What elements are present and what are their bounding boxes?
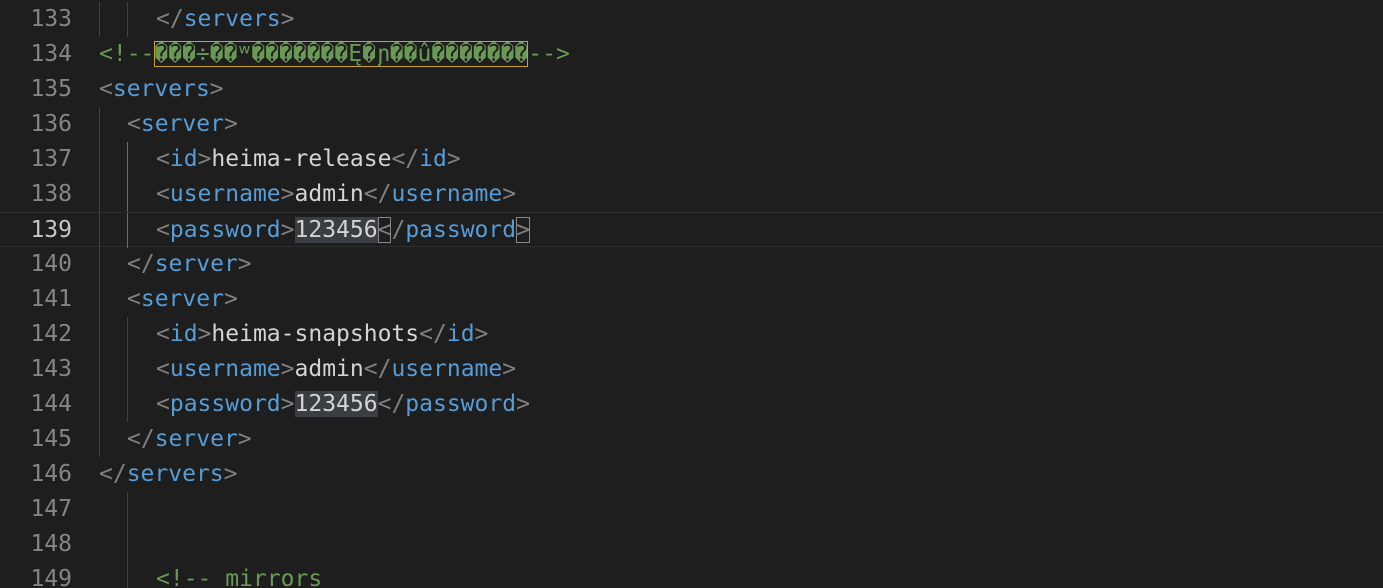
code-line-142[interactable]: 142 <id>heima-snapshots</id> (0, 317, 1383, 352)
highlighted-value: 123456 (294, 217, 378, 243)
line-number: 145 (30, 426, 72, 452)
code-line-134[interactable]: 134 <!--���÷��ʷ�������Ę�ɲ��û�������--> (0, 37, 1383, 72)
code-text: <!--���÷��ʷ�������Ę�ɲ��û�������--> (99, 37, 570, 72)
xml-open-tag: username (169, 356, 281, 382)
indent-guide (99, 142, 100, 177)
indent-guide (127, 142, 128, 177)
comment-close: --> (528, 41, 570, 67)
indent-guide (99, 352, 100, 387)
xml-open-tag: password (169, 391, 281, 417)
code-text: <id>heima-snapshots</id> (156, 321, 489, 347)
code-text: </servers> (99, 461, 238, 487)
xml-value: heima-release (211, 146, 392, 172)
code-text: <password>123456</password> (156, 391, 530, 417)
line-number: 143 (30, 356, 72, 382)
xml-open-tag: id (169, 146, 198, 172)
xml-close-tag: id (419, 146, 447, 172)
code-line-138[interactable]: 138 <username>admin</username> (0, 177, 1383, 212)
indent-guide (99, 2, 100, 37)
line-number: 135 (30, 76, 72, 102)
line-number-active: 139 (30, 217, 72, 243)
indent-guide (127, 177, 128, 212)
line-number: 146 (30, 461, 72, 487)
code-line-133[interactable]: 133 </servers> (0, 2, 1383, 37)
line-number: 136 (30, 111, 72, 137)
xml-close-tag: username (391, 181, 503, 207)
line-number: 147 (30, 496, 72, 522)
indent-guide (99, 107, 100, 142)
indent-guide (99, 247, 100, 282)
matched-bracket: > (516, 217, 530, 243)
code-editor[interactable]: 133 </servers> 134 <!--���÷��ʷ�������Ę�ɲ… (0, 0, 1383, 588)
line-number: 138 (30, 181, 72, 207)
line-number: 141 (30, 286, 72, 312)
xml-open-tag: username (169, 181, 281, 207)
line-number: 144 (30, 391, 72, 417)
code-line-137[interactable]: 137 <id>heima-release</id> (0, 142, 1383, 177)
xml-close-tag: password (405, 217, 517, 243)
indent-guide (127, 2, 128, 37)
indent-guide (99, 177, 100, 212)
code-line-146[interactable]: 146 </servers> (0, 457, 1383, 492)
indent-guide (99, 282, 100, 317)
xml-close-tag: username (391, 356, 503, 382)
code-line-149[interactable]: 149 <!-- mirrors (0, 562, 1383, 588)
xml-value: admin (294, 181, 364, 207)
indent-guide (127, 213, 128, 248)
line-number: 134 (30, 41, 72, 67)
indent-guide (127, 352, 128, 387)
code-line-135[interactable]: 135 <servers> (0, 72, 1383, 107)
indent-guide (127, 317, 128, 352)
code-text: </server> (127, 426, 252, 452)
indent-guide (99, 422, 100, 457)
line-number: 133 (30, 6, 72, 32)
code-text: <servers> (99, 76, 224, 102)
indent-guide (127, 527, 128, 562)
code-text: <server> (127, 111, 238, 137)
code-line-139[interactable]: 139 <password>123456</password> (0, 212, 1383, 248)
code-text: </server> (127, 251, 252, 277)
code-line-148[interactable]: 148 (0, 527, 1383, 562)
code-text: <!-- mirrors (156, 566, 323, 588)
garbled-comment-text: ���÷��ʷ�������Ę�ɲ��û������� (154, 41, 529, 67)
indent-guide (127, 387, 128, 422)
code-line-145[interactable]: 145 </server> (0, 422, 1383, 457)
indent-guide (127, 562, 128, 588)
code-line-147[interactable]: 147 (0, 492, 1383, 527)
indent-guide (99, 387, 100, 422)
code-text: <username>admin</username> (156, 181, 517, 207)
code-line-144[interactable]: 144 <password>123456</password> (0, 387, 1383, 422)
matched-bracket: < (377, 217, 392, 243)
indent-guide (99, 213, 100, 248)
comment-open: <!-- (99, 41, 155, 67)
xml-close-tag: id (446, 321, 475, 347)
code-line-136[interactable]: 136 <server> (0, 107, 1383, 142)
indent-guide (127, 492, 128, 527)
line-number: 148 (30, 531, 72, 557)
code-line-143[interactable]: 143 <username>admin</username> (0, 352, 1383, 387)
code-text: <password>123456</password> (156, 217, 530, 243)
xml-close-tag: password (405, 391, 517, 417)
line-number: 142 (30, 321, 72, 347)
xml-value: admin (294, 356, 364, 382)
code-text: <id>heima-release</id> (156, 146, 461, 172)
indent-guide (99, 317, 100, 352)
line-number: 137 (30, 146, 72, 172)
xml-open-tag: id (169, 321, 198, 347)
highlighted-value: 123456 (294, 391, 378, 417)
xml-open-tag: password (169, 217, 281, 243)
xml-value: heima-snapshots (211, 321, 420, 347)
code-text: </servers> (156, 6, 295, 32)
line-number: 140 (30, 251, 72, 277)
code-line-141[interactable]: 141 <server> (0, 282, 1383, 317)
line-number: 149 (30, 566, 72, 588)
code-text: <username>admin</username> (156, 356, 517, 382)
code-text: <server> (127, 286, 238, 312)
code-line-140[interactable]: 140 </server> (0, 247, 1383, 282)
